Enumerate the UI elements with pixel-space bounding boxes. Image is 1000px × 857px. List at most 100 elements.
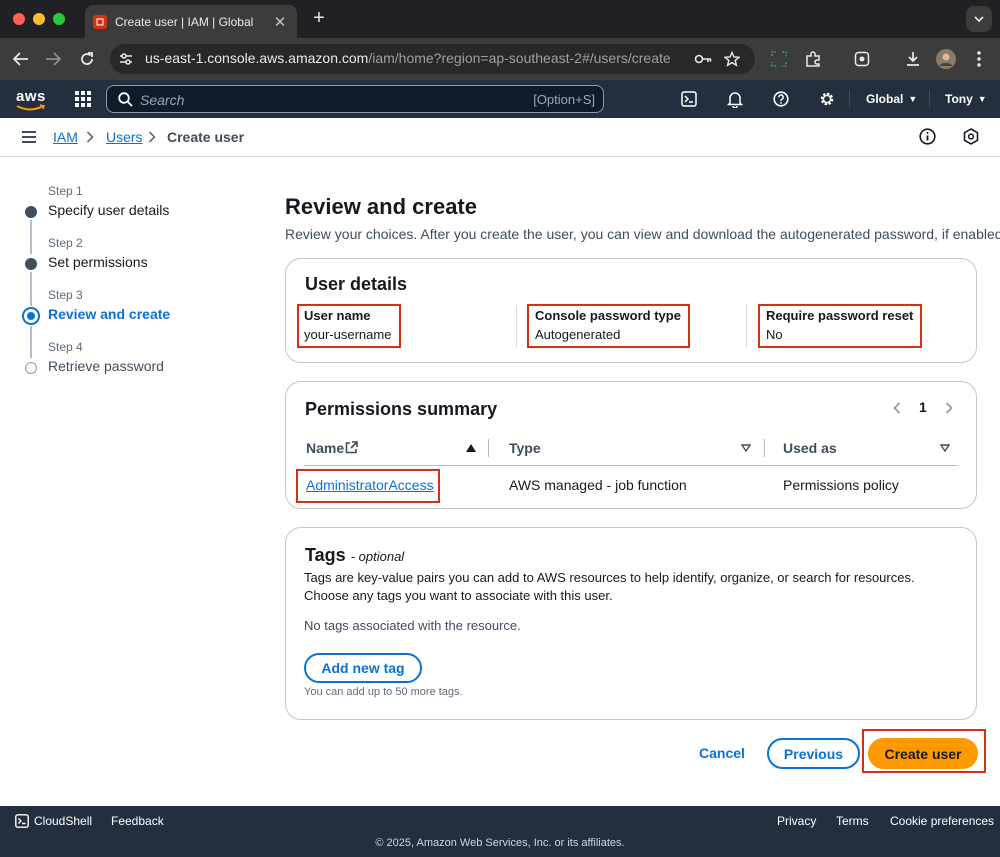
notifications-bell-icon[interactable] <box>725 89 745 109</box>
nav-divider <box>929 90 930 108</box>
cookie-preferences-link[interactable]: Cookie preferences <box>890 814 994 828</box>
key-icon[interactable] <box>692 48 714 70</box>
column-header-used-as[interactable]: Used as <box>783 440 837 456</box>
highlight-box <box>862 729 986 773</box>
step-label: Step 3 <box>48 288 83 302</box>
aws-smile-icon <box>16 104 46 112</box>
cancel-button[interactable]: Cancel <box>699 745 745 761</box>
cloudshell-icon[interactable] <box>679 89 699 109</box>
previous-button[interactable]: Previous <box>767 738 860 769</box>
page-description: Review your choices. After you create th… <box>285 226 1000 242</box>
sort-icon[interactable] <box>940 444 950 452</box>
window-controls <box>13 13 65 25</box>
console-footer: CloudShell Feedback Privacy Terms Cookie… <box>0 806 1000 857</box>
nav-divider <box>849 90 850 108</box>
caret-down-icon: ▼ <box>908 94 918 104</box>
close-tab-icon[interactable]: ✕ <box>271 13 289 31</box>
cloudshell-footer-icon[interactable] <box>15 814 29 828</box>
feedback-link[interactable]: Feedback <box>111 814 164 828</box>
prev-page-chevron-icon[interactable] <box>893 402 901 414</box>
minimize-window-button[interactable] <box>33 13 45 25</box>
tags-empty-text: No tags associated with the resource. <box>304 618 521 633</box>
user-details-title: User details <box>305 274 408 294</box>
step-label: Step 2 <box>48 236 83 250</box>
tab-search-icon[interactable] <box>966 6 992 32</box>
table-header-divider <box>304 465 958 466</box>
profile-avatar-icon[interactable] <box>935 48 957 70</box>
url-host: us-east-1.console.aws.amazon.com <box>145 50 369 66</box>
caret-down-icon: ▼ <box>977 94 987 104</box>
step-complete-dot-icon <box>25 258 37 270</box>
region-label: Global <box>866 92 904 106</box>
breadcrumb-create-user: Create user <box>167 129 245 145</box>
new-tab-icon[interactable]: + <box>309 7 329 29</box>
info-icon[interactable] <box>919 128 936 145</box>
step-current-dot-icon <box>22 307 40 325</box>
tags-description-2: Choose any tags you want to associate wi… <box>304 588 613 603</box>
add-new-tag-button[interactable]: Add new tag <box>304 653 422 683</box>
highlight-box <box>296 469 440 503</box>
terms-link[interactable]: Terms <box>836 814 869 828</box>
column-header-label: Name <box>306 440 345 456</box>
preferences-hexagon-icon[interactable] <box>963 128 979 145</box>
browser-menu-icon[interactable] <box>968 48 990 70</box>
external-link-icon[interactable] <box>345 441 358 454</box>
privacy-link[interactable]: Privacy <box>777 814 816 828</box>
url-path: /iam/home?region=ap-southeast-2#/users/c… <box>368 50 671 66</box>
highlight-box <box>297 304 401 348</box>
back-arrow-icon[interactable] <box>10 48 32 70</box>
cloudshell-link[interactable]: CloudShell <box>34 814 92 828</box>
search-icon <box>118 92 133 107</box>
close-window-button[interactable] <box>13 13 25 25</box>
sort-icon[interactable] <box>741 444 751 452</box>
wizard-step-1[interactable]: Step 1 Specify user details <box>22 184 242 254</box>
bookmark-star-icon[interactable] <box>721 48 743 70</box>
column-header-name[interactable]: Name <box>306 440 344 456</box>
aws-logo[interactable]: aws <box>16 88 46 105</box>
page-number[interactable]: 1 <box>919 399 927 415</box>
highlight-box <box>527 304 690 348</box>
extensions-icon[interactable] <box>802 48 824 70</box>
column-header-type[interactable]: Type <box>509 440 541 456</box>
permissions-summary-title: Permissions summary <box>305 399 498 419</box>
settings-gear-icon[interactable] <box>817 89 837 109</box>
download-icon[interactable] <box>902 48 924 70</box>
search-placeholder: Search <box>140 92 185 108</box>
side-nav-menu-icon[interactable] <box>22 131 36 143</box>
help-icon[interactable] <box>771 89 791 109</box>
policy-type-cell: AWS managed - job function <box>509 477 687 493</box>
sort-ascending-icon[interactable] <box>466 444 476 452</box>
next-page-chevron-icon[interactable] <box>945 402 953 414</box>
screenshot-icon[interactable] <box>768 48 790 70</box>
step-label: Step 4 <box>48 340 83 354</box>
breadcrumb-iam[interactable]: IAM <box>53 129 78 145</box>
tab-title: Create user | IAM | Global <box>115 14 254 29</box>
services-menu-icon[interactable] <box>75 91 91 107</box>
aws-search-field[interactable]: Search [Option+S] <box>106 85 604 113</box>
lens-icon[interactable] <box>851 48 873 70</box>
wizard-step-2[interactable]: Step 2 Set permissions <box>22 236 242 306</box>
wizard-steps: Step 1 Specify user details Step 2 Set p… <box>22 184 242 392</box>
step-label: Step 1 <box>48 184 83 198</box>
browser-tab[interactable]: Create user | IAM | Global ✕ <box>85 5 297 38</box>
breadcrumb-users[interactable]: Users <box>106 129 143 145</box>
column-divider <box>746 305 747 347</box>
account-menu[interactable]: Tony ▼ <box>945 92 987 106</box>
maximize-window-button[interactable] <box>53 13 65 25</box>
tags-description-1: Tags are key-value pairs you can add to … <box>304 570 915 585</box>
browser-tab-bar: Create user | IAM | Global ✕ + <box>0 0 1000 38</box>
region-selector[interactable]: Global ▼ <box>866 92 917 106</box>
step-name: Retrieve password <box>48 358 164 374</box>
column-divider <box>516 305 517 347</box>
copyright-text: © 2025, Amazon Web Services, Inc. or its… <box>375 837 625 849</box>
chevron-right-icon <box>148 131 156 143</box>
tags-limit-text: You can add up to 50 more tags. <box>304 686 463 698</box>
aws-favicon-icon <box>93 14 107 29</box>
reload-icon[interactable] <box>76 48 98 70</box>
chevron-right-icon <box>86 131 94 143</box>
step-name: Set permissions <box>48 254 148 270</box>
forward-arrow-icon[interactable] <box>42 48 64 70</box>
account-name: Tony <box>945 92 973 106</box>
site-settings-icon[interactable] <box>118 51 134 67</box>
wizard-step-4: Step 4 Retrieve password <box>22 340 242 392</box>
